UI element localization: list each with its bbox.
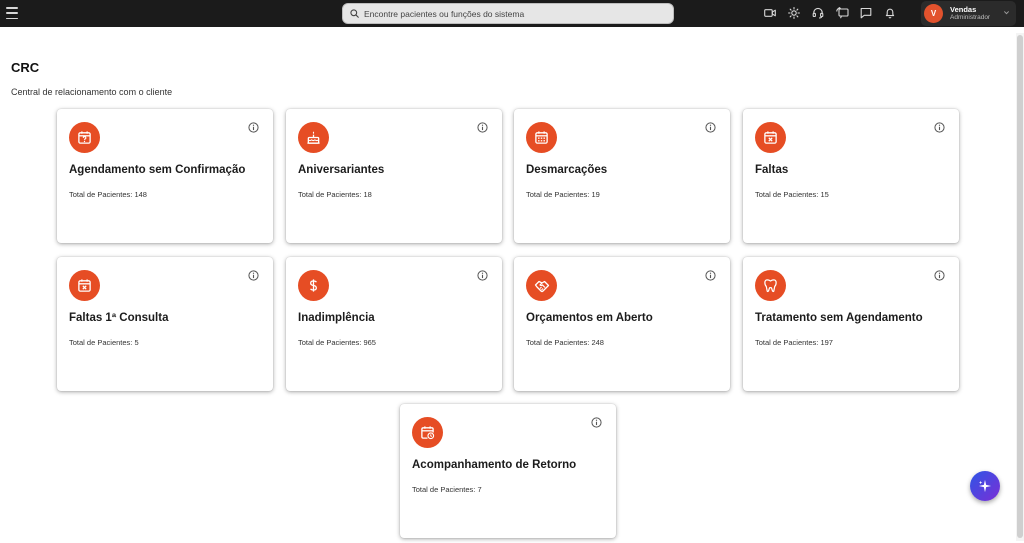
crc-card-faltas-1a-consulta[interactable]: Faltas 1ª Consulta Total de Pacientes: 5 <box>57 257 273 391</box>
info-icon[interactable] <box>591 417 602 428</box>
card-title: Desmarcações <box>526 164 608 176</box>
card-title: Tratamento sem Agendamento <box>755 312 923 324</box>
search-icon <box>350 9 359 18</box>
tooth-icon <box>755 270 786 301</box>
info-icon[interactable] <box>477 122 488 133</box>
chat-icon[interactable] <box>858 5 874 21</box>
card-count: Total de Pacientes: 7 <box>412 485 482 494</box>
card-title: Agendamento sem Confirmação <box>69 164 246 176</box>
crc-card-orcamentos-em-aberto[interactable]: Orçamentos em Aberto Total de Pacientes:… <box>514 257 730 391</box>
crc-card-desmarcacoes[interactable]: Desmarcações Total de Pacientes: 19 <box>514 109 730 243</box>
cake-icon <box>298 122 329 153</box>
card-count: Total de Pacientes: 19 <box>526 190 600 199</box>
crc-card-tratamento-sem-agendamento[interactable]: Tratamento sem Agendamento Total de Paci… <box>743 257 959 391</box>
user-role: Administrador <box>950 14 991 21</box>
info-icon[interactable] <box>705 122 716 133</box>
headset-icon[interactable] <box>810 5 826 21</box>
user-name: Vendas <box>950 4 977 14</box>
video-icon[interactable] <box>762 5 778 21</box>
page-subtitle: Central de relacionamento com o cliente <box>11 87 173 97</box>
scrollbar-thumb[interactable] <box>1017 35 1023 538</box>
crc-card-acompanhamento-de-retorno[interactable]: Acompanhamento de Retorno Total de Pacie… <box>400 404 616 538</box>
info-icon[interactable] <box>705 270 716 281</box>
bell-icon[interactable] <box>882 5 898 21</box>
card-title: Acompanhamento de Retorno <box>412 459 577 471</box>
card-count: Total de Pacientes: 15 <box>755 190 829 199</box>
crc-card-faltas[interactable]: Faltas Total de Pacientes: 15 <box>743 109 959 243</box>
avatar: V <box>924 4 943 23</box>
card-title: Inadimplência <box>298 312 375 324</box>
handshake-icon <box>526 270 557 301</box>
dollar-icon <box>298 270 329 301</box>
top-icon-group <box>762 5 906 21</box>
sun-icon[interactable] <box>786 5 802 21</box>
user-menu[interactable]: V Vendas Administrador <box>921 1 1016 26</box>
card-title: Orçamentos em Aberto <box>526 312 653 324</box>
ai-assistant-button[interactable] <box>970 471 1000 501</box>
refresh-chat-icon[interactable] <box>834 5 850 21</box>
card-count: Total de Pacientes: 248 <box>526 338 604 347</box>
card-count: Total de Pacientes: 965 <box>298 338 376 347</box>
crc-card-inadimplencia[interactable]: Inadimplência Total de Pacientes: 965 <box>286 257 502 391</box>
card-count: Total de Pacientes: 18 <box>298 190 372 199</box>
hamburger-menu-icon[interactable] <box>6 7 18 19</box>
calendar-x-icon <box>755 122 786 153</box>
card-title: Faltas 1ª Consulta <box>69 312 169 324</box>
calendar-question-icon <box>69 122 100 153</box>
crc-card-agendamento-sem-confirmacao[interactable]: Agendamento sem Confirmação Total de Pac… <box>57 109 273 243</box>
page-title: CRC <box>11 60 40 75</box>
card-count: Total de Pacientes: 148 <box>69 190 147 199</box>
calendar-grid-icon <box>526 122 557 153</box>
info-icon[interactable] <box>477 270 488 281</box>
sparkle-icon <box>978 479 992 493</box>
search-box[interactable] <box>342 3 674 24</box>
card-count: Total de Pacientes: 197 <box>755 338 833 347</box>
card-title: Aniversariantes <box>298 164 385 176</box>
info-icon[interactable] <box>248 122 259 133</box>
info-icon[interactable] <box>248 270 259 281</box>
card-count: Total de Pacientes: 5 <box>69 338 139 347</box>
main-content: CRC Central de relacionamento com o clie… <box>0 27 1024 543</box>
calendar-x-icon <box>69 270 100 301</box>
info-icon[interactable] <box>934 270 945 281</box>
crc-card-aniversariantes[interactable]: Aniversariantes Total de Pacientes: 18 <box>286 109 502 243</box>
top-bar: V Vendas Administrador <box>0 0 1024 27</box>
user-info: Vendas Administrador <box>950 4 991 22</box>
info-icon[interactable] <box>934 122 945 133</box>
calendar-clock-icon <box>412 417 443 448</box>
card-title: Faltas <box>755 164 789 176</box>
chevron-down-icon <box>1003 11 1010 15</box>
search-input[interactable] <box>364 8 654 19</box>
